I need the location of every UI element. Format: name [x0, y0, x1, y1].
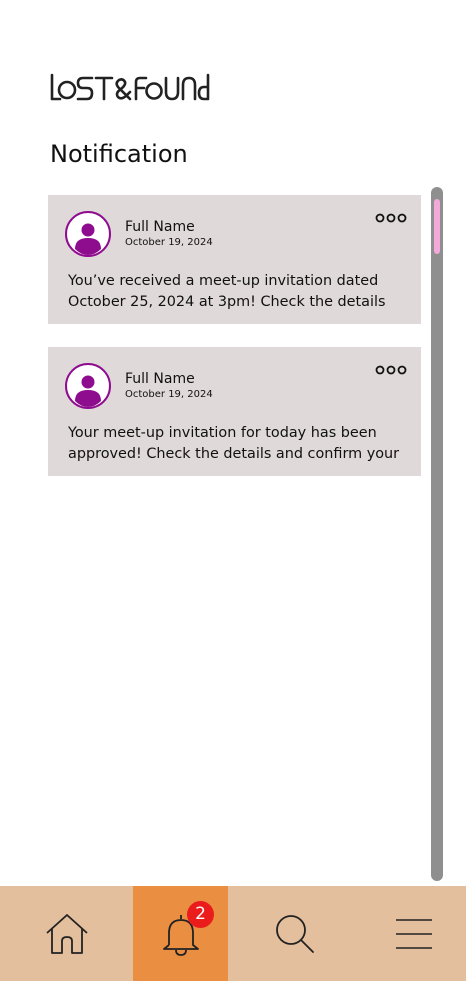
more-options-icon[interactable]	[375, 361, 407, 375]
user-avatar-icon	[65, 363, 111, 409]
sender-name: Full Name	[125, 371, 195, 387]
nav-menu[interactable]	[361, 886, 466, 981]
notification-message: You’ve received a meet-up invitation dat…	[68, 273, 386, 310]
notification-card[interactable]: Full Name October 19, 2024 You’ve receiv…	[48, 195, 421, 324]
notification-card[interactable]: Full Name October 19, 2024 Your meet-up …	[48, 347, 421, 476]
bottom-nav: 2	[0, 886, 466, 981]
page-title: Notification	[50, 140, 188, 168]
sender-name: Full Name	[125, 219, 195, 235]
user-avatar-icon	[65, 211, 111, 257]
notification-date: October 19, 2024	[125, 237, 213, 248]
nav-notifications[interactable]: 2	[133, 886, 228, 981]
avatar[interactable]	[65, 363, 111, 409]
notification-count-badge: 2	[187, 901, 214, 928]
search-icon	[275, 914, 314, 953]
notification-date: October 19, 2024	[125, 389, 213, 400]
avatar[interactable]	[65, 211, 111, 257]
more-options-icon[interactable]	[375, 209, 407, 223]
scrollbar[interactable]	[431, 187, 443, 881]
home-icon	[45, 913, 88, 954]
app-logo	[50, 72, 210, 104]
scrollbar-thumb[interactable]	[434, 199, 440, 254]
notification-message: Your meet-up invitation for today has be…	[68, 425, 400, 462]
nav-home[interactable]	[0, 886, 133, 981]
menu-icon	[395, 918, 432, 949]
nav-search[interactable]	[228, 886, 361, 981]
